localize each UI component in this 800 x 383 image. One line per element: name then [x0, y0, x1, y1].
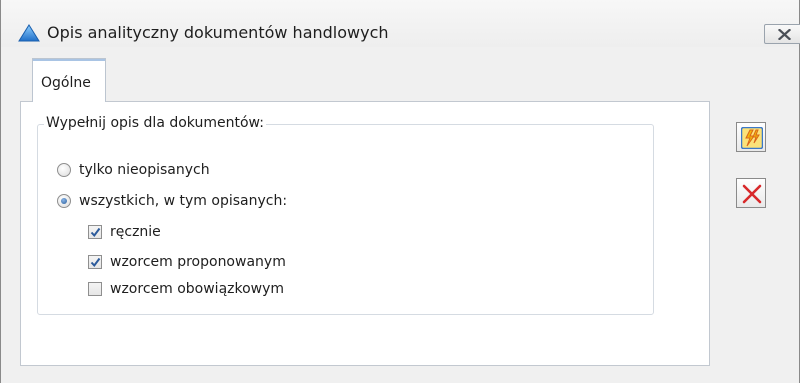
radio-button-selected[interactable] [57, 194, 71, 208]
lightning-run-icon [741, 127, 763, 149]
checkbox-label: ręcznie [110, 224, 161, 240]
window-title: Opis analityczny dokumentów handlowych [47, 23, 389, 42]
run-button[interactable] [736, 122, 766, 152]
checkbox-label: wzorcem proponowanym [110, 254, 286, 270]
fill-description-group: Wypełnij opis dla dokumentów: tylko nieo… [37, 115, 654, 315]
radio-label: wszystkich, w tym opisanych: [79, 193, 288, 209]
checkmark-icon [90, 257, 101, 268]
dialog-client-area: Ogólne Wypełnij opis dla dokumentów: tyl… [9, 47, 791, 383]
checkmark-icon [90, 227, 101, 238]
radio-button-unselected[interactable] [57, 163, 71, 177]
dialog-window: Opis analityczny dokumentów handlowych O… [0, 0, 800, 383]
tab-panel-ogolne: Wypełnij opis dla dokumentów: tylko nieo… [20, 101, 710, 366]
checkbox-checked[interactable] [88, 225, 102, 239]
group-legend: Wypełnij opis dla dokumentów: [44, 115, 266, 131]
checkbox-label: wzorcem obowiązkowym [110, 281, 285, 297]
cancel-x-icon [742, 184, 762, 204]
tab-ogolne[interactable]: Ogólne [32, 58, 106, 102]
close-button[interactable] [764, 24, 800, 44]
close-icon [778, 29, 791, 40]
cancel-button[interactable] [736, 178, 766, 208]
radio-label: tylko nieopisanych [79, 162, 210, 178]
checkbox-unchecked[interactable] [88, 282, 102, 296]
tab-label: Ogólne [41, 75, 91, 91]
radio-dot [61, 198, 67, 204]
title-bar[interactable]: Opis analityczny dokumentów handlowych [1, 0, 800, 47]
blue-triangle-icon [18, 24, 40, 42]
checkbox-checked[interactable] [88, 255, 102, 269]
